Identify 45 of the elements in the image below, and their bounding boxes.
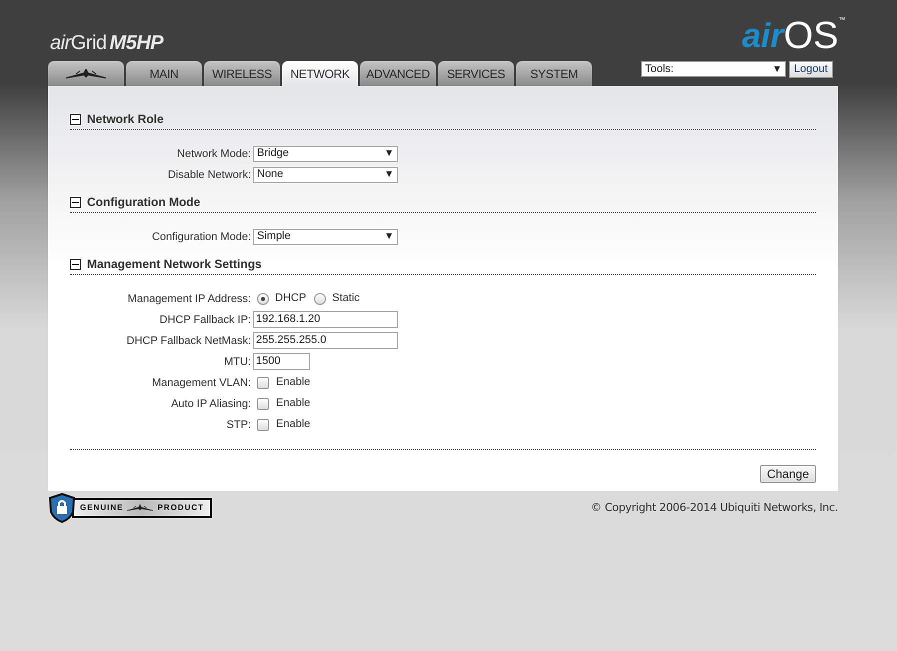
- checkbox[interactable]: [257, 418, 269, 430]
- radio-label: DHCP: [275, 291, 306, 306]
- tab[interactable]: MAIN: [126, 61, 202, 86]
- field-label: Configuration Mode:: [150, 230, 252, 244]
- radio-label: Static: [332, 291, 360, 306]
- tools-select[interactable]: Tools: ▼: [641, 61, 786, 77]
- antenna-tab[interactable]: [48, 61, 124, 86]
- tab[interactable]: ADVANCED: [360, 61, 436, 86]
- field-label: Auto IP Aliasing:: [170, 396, 252, 412]
- select-field[interactable]: None ▼: [253, 166, 398, 182]
- field-label: DHCP Fallback IP:: [158, 312, 252, 328]
- checkbox-label: Enable: [276, 375, 310, 390]
- checkbox-label: Enable: [276, 396, 310, 412]
- field-label: DHCP Fallback NetMask:: [126, 334, 252, 348]
- input-field[interactable]: 255.255.255.0: [253, 332, 398, 349]
- collapse-toggle-icon[interactable]: [70, 114, 81, 124]
- field-label: Management IP Address:: [126, 292, 252, 306]
- radio-button[interactable]: [257, 292, 269, 304]
- field-label: Management VLAN:: [150, 376, 252, 390]
- tab[interactable]: NETWORK: [282, 61, 358, 86]
- tab[interactable]: SERVICES: [438, 61, 514, 86]
- field-label: Disable Network:: [166, 168, 252, 182]
- input-field[interactable]: 1500: [253, 353, 310, 370]
- change-button[interactable]: Change: [760, 465, 816, 483]
- checkbox-label: Enable: [276, 417, 310, 432]
- tab[interactable]: SYSTEM: [516, 61, 592, 86]
- select-field[interactable]: Bridge ▼: [253, 146, 398, 162]
- input-field[interactable]: 192.168.1.20: [253, 311, 398, 328]
- section-title: Configuration Mode: [87, 194, 200, 211]
- copyright-text: © Copyright 2006-2014 Ubiquiti Networks, Inc.: [590, 500, 838, 516]
- collapse-toggle-icon[interactable]: [70, 196, 81, 208]
- field-label: STP:: [226, 418, 252, 432]
- product-logo: airGridM5HP: [50, 31, 164, 56]
- logout-button[interactable]: Logout: [789, 61, 833, 78]
- checkbox[interactable]: [257, 376, 269, 388]
- checkbox[interactable]: [257, 398, 269, 410]
- antenna-icon: [65, 68, 107, 78]
- radio-button[interactable]: [314, 292, 326, 304]
- section-title: Network Role: [87, 111, 164, 128]
- section-title: Management Network Settings: [87, 256, 262, 273]
- field-label: Network Mode:: [176, 146, 252, 162]
- field-label: MTU:: [223, 354, 252, 370]
- collapse-toggle-icon[interactable]: [70, 258, 81, 270]
- tab[interactable]: WIRELESS: [204, 61, 280, 86]
- select-field[interactable]: Simple ▼: [253, 228, 398, 244]
